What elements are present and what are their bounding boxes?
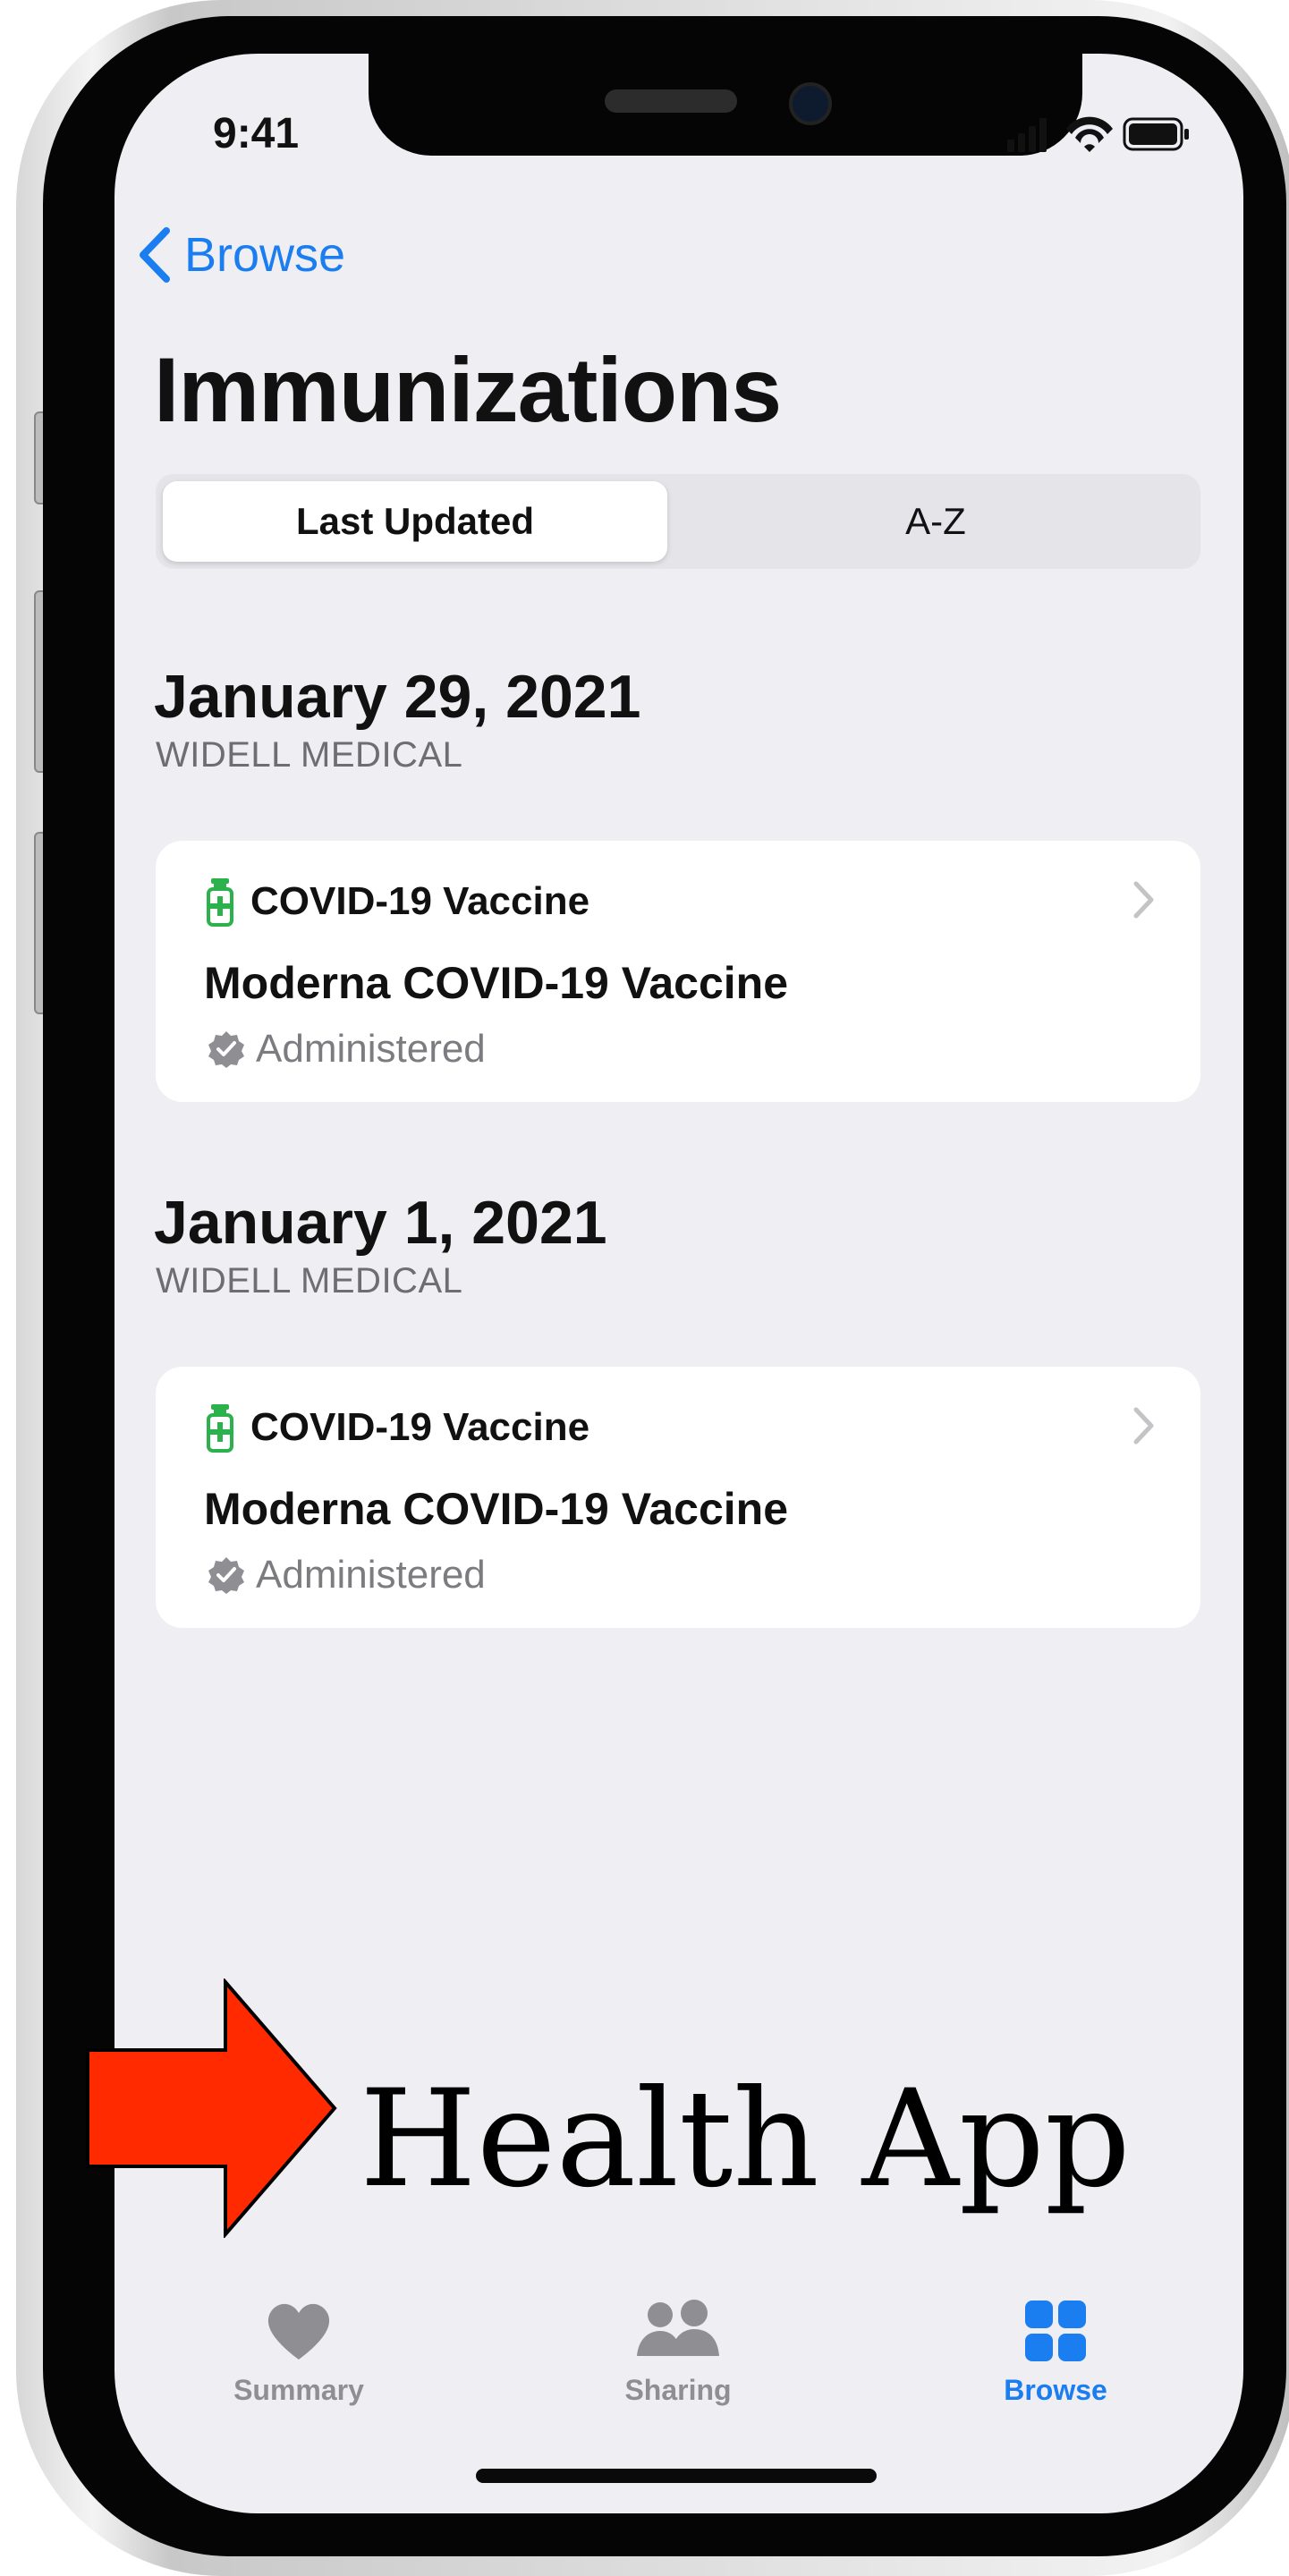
section-date: January 29, 2021 xyxy=(154,663,641,731)
people-icon xyxy=(637,2300,719,2356)
back-button-label: Browse xyxy=(184,228,346,282)
tab-summary[interactable]: Summary xyxy=(191,2299,406,2433)
chevron-left-icon xyxy=(140,227,170,283)
tab-bar: Summary Sharing Browse xyxy=(114,2290,1243,2469)
tab-label: Sharing xyxy=(624,2374,732,2406)
segment-a-z[interactable]: A-Z xyxy=(678,481,1193,562)
record-type-label: COVID-19 Vaccine xyxy=(250,879,590,923)
status-icons xyxy=(1007,116,1189,152)
immunization-record-card[interactable]: COVID-19 Vaccine Moderna COVID-19 Vaccin… xyxy=(156,841,1200,1102)
annotation-text: Health App xyxy=(360,2062,1131,2217)
page-title: Immunizations xyxy=(154,339,782,441)
record-name: Moderna COVID-19 Vaccine xyxy=(204,958,789,1008)
record-name: Moderna COVID-19 Vaccine xyxy=(204,1484,789,1534)
record-status-label: Administered xyxy=(256,1027,486,1071)
record-status: Administered xyxy=(206,1553,486,1597)
record-type-label: COVID-19 Vaccine xyxy=(250,1405,590,1449)
front-camera xyxy=(789,82,832,125)
section-source: WIDELL MEDICAL xyxy=(156,735,463,775)
immunization-record-card[interactable]: COVID-19 Vaccine Moderna COVID-19 Vaccin… xyxy=(156,1367,1200,1628)
status-time: 9:41 xyxy=(213,110,300,157)
record-status-label: Administered xyxy=(256,1553,486,1597)
section-source: WIDELL MEDICAL xyxy=(156,1261,463,1301)
heart-icon xyxy=(267,2303,330,2360)
grid-icon xyxy=(1025,2301,1086,2361)
verified-check-icon xyxy=(208,1557,244,1594)
battery-icon xyxy=(1123,117,1189,151)
chevron-right-icon xyxy=(1133,881,1154,919)
record-type: COVID-19 Vaccine xyxy=(206,1402,589,1453)
vaccine-vial-icon xyxy=(207,878,233,927)
wifi-icon xyxy=(1066,116,1113,152)
vaccine-vial-icon xyxy=(207,1404,233,1453)
section-date: January 1, 2021 xyxy=(154,1189,607,1257)
sort-segmented-control: Last Updated A-Z xyxy=(156,474,1200,569)
chevron-right-icon xyxy=(1133,1407,1154,1445)
tab-label: Summary xyxy=(233,2374,364,2406)
tab-sharing[interactable]: Sharing xyxy=(571,2299,785,2433)
back-button[interactable]: Browse xyxy=(138,224,345,286)
segment-last-updated[interactable]: Last Updated xyxy=(163,481,667,562)
record-type: COVID-19 Vaccine xyxy=(206,877,589,927)
earpiece-speaker xyxy=(605,89,737,113)
tab-label: Browse xyxy=(1004,2374,1107,2406)
verified-check-icon xyxy=(208,1031,244,1068)
cellular-signal-icon xyxy=(1007,118,1047,152)
tab-browse[interactable]: Browse xyxy=(948,2299,1163,2433)
record-status: Administered xyxy=(206,1027,486,1072)
home-indicator xyxy=(476,2469,877,2483)
